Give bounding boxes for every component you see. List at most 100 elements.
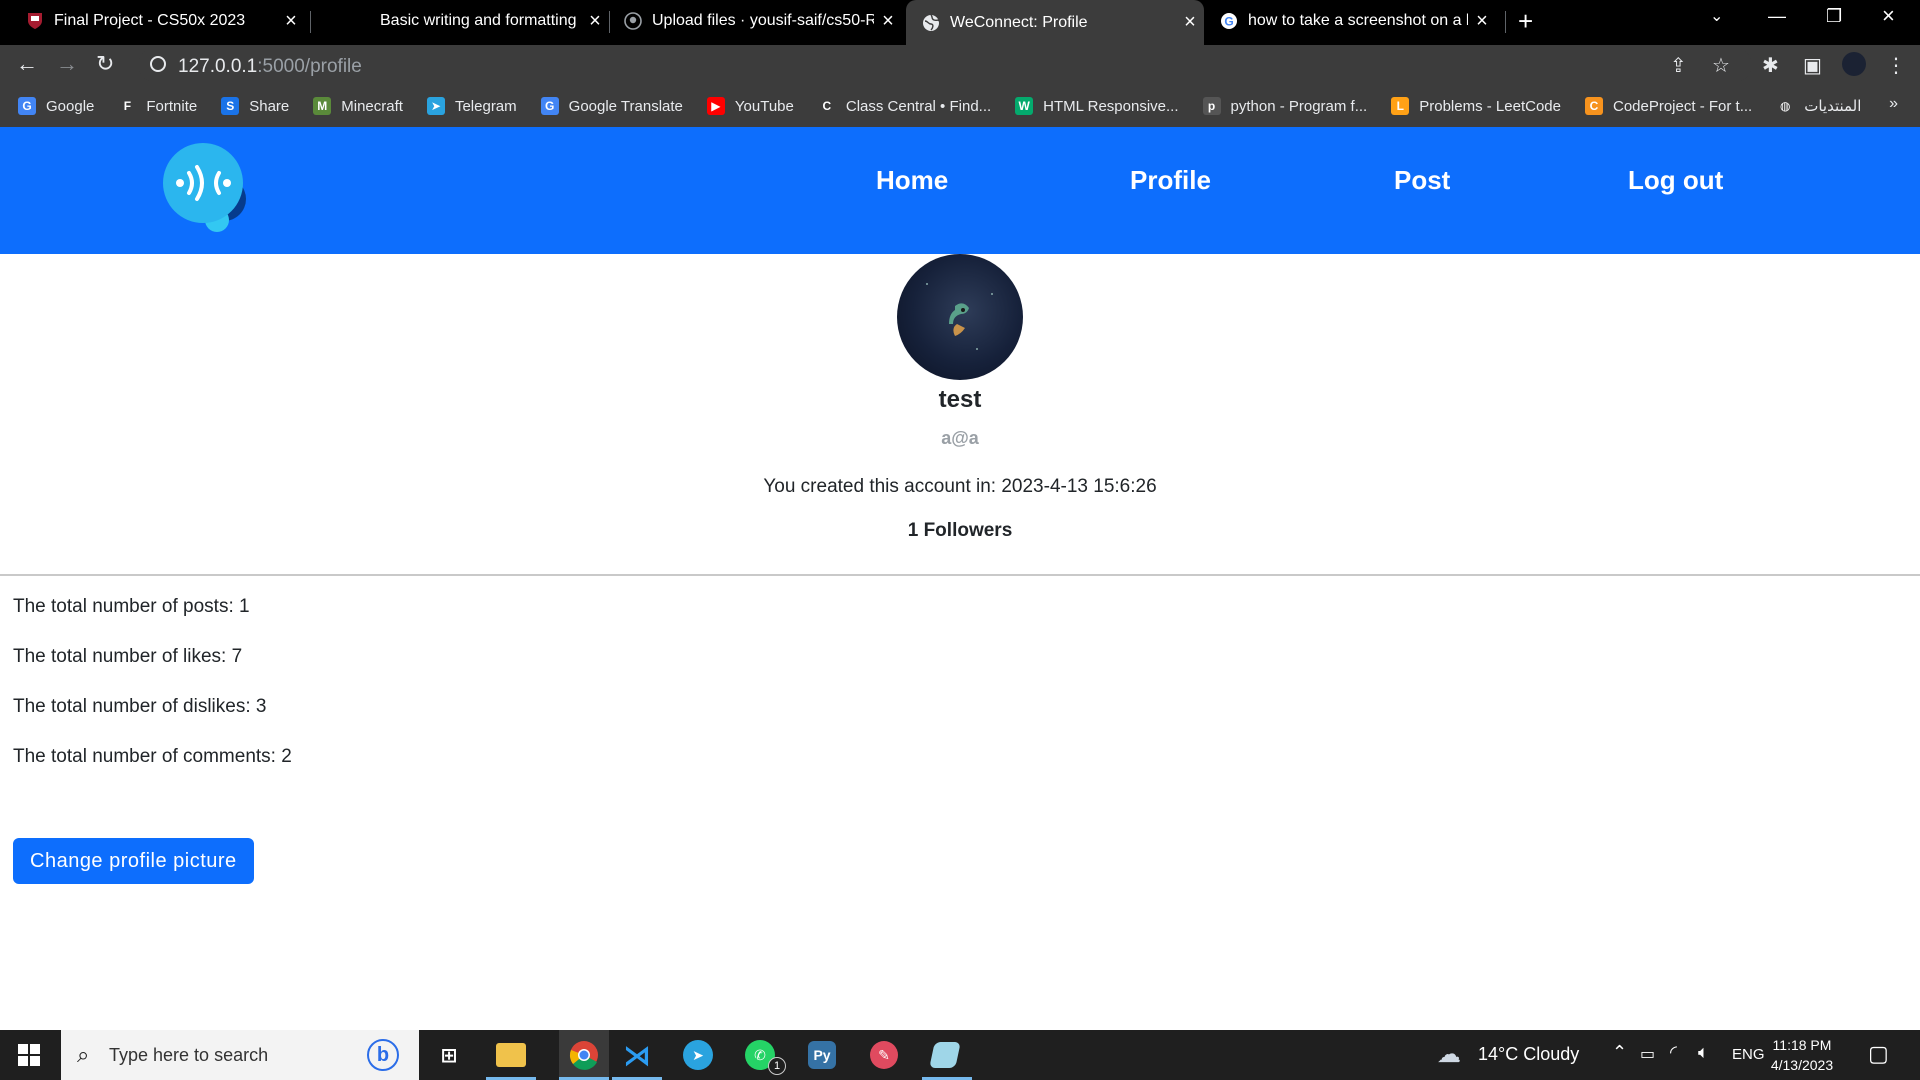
- python-idle-icon[interactable]: Py: [808, 1041, 836, 1069]
- close-icon[interactable]: ×: [581, 10, 609, 33]
- search-icon: ⌕: [77, 1042, 90, 1067]
- close-icon[interactable]: ×: [874, 10, 902, 33]
- weather-cloud-icon[interactable]: ☁: [1437, 1040, 1461, 1069]
- bookmark-label: المنتديات: [1804, 98, 1862, 115]
- share-icon[interactable]: ⇪: [1670, 53, 1687, 78]
- close-icon[interactable]: ×: [1176, 11, 1204, 34]
- stat-comments: The total number of comments: 2: [13, 746, 292, 767]
- reload-icon[interactable]: ↻: [96, 51, 114, 77]
- wifi-icon[interactable]: ◜: [1670, 1042, 1677, 1063]
- site-info-icon[interactable]: [150, 56, 166, 72]
- bookmark-item[interactable]: G Google Translate: [540, 97, 683, 115]
- bookmark-item[interactable]: ▶ YouTube: [706, 97, 794, 115]
- side-panel-icon[interactable]: ▣: [1803, 53, 1822, 78]
- nav-logout-link[interactable]: Log out: [1628, 165, 1723, 196]
- bookmark-item[interactable]: C CodeProject - For t...: [1584, 97, 1753, 115]
- nav-profile-link[interactable]: Profile: [1130, 165, 1211, 196]
- task-view-icon[interactable]: ⊞: [432, 1038, 466, 1072]
- tab-basic-writing[interactable]: Basic writing and formatting synt ×: [312, 0, 609, 42]
- bookmarks-bar: G Google F Fortnite S Share M Minecraft ➤ Telegra…: [0, 85, 1920, 127]
- tab-title: Upload files · yousif-saif/cs50-RE: [652, 12, 874, 29]
- show-hidden-icons-chevron-icon[interactable]: ⌃: [1612, 1042, 1627, 1063]
- google-icon: G: [1220, 12, 1238, 30]
- chrome-icon[interactable]: [559, 1030, 609, 1080]
- system-clock[interactable]: 11:18 PM 4/13/2023: [1762, 1035, 1842, 1075]
- site-navbar: Home Profile Post Log out: [0, 127, 1920, 254]
- restore-button[interactable]: ❐: [1826, 6, 1842, 27]
- bookmark-item[interactable]: ➤ Telegram: [426, 97, 517, 115]
- bookmark-item[interactable]: W HTML Responsive...: [1015, 97, 1179, 115]
- tab-search-chevron-icon[interactable]: ⌄: [1710, 6, 1723, 26]
- youtube-icon: ▶: [706, 97, 725, 115]
- bookmark-label: python - Program f...: [1230, 97, 1368, 115]
- telegram-icon: ➤: [426, 97, 445, 115]
- bookmark-label: Problems - LeetCode: [1419, 97, 1561, 115]
- bookmark-label: Class Central • Find...: [845, 97, 992, 115]
- bookmark-item[interactable]: M Minecraft: [313, 97, 403, 115]
- more-bookmarks-chevron-icon[interactable]: »: [1889, 95, 1898, 113]
- volume-icon[interactable]: 🔈︎: [1698, 1042, 1709, 1063]
- minimize-button[interactable]: —: [1768, 6, 1786, 27]
- svg-text:G: G: [1224, 15, 1233, 29]
- bing-icon[interactable]: b: [367, 1039, 399, 1071]
- tab-upload-files[interactable]: Upload files · yousif-saif/cs50-RE ×: [610, 0, 902, 42]
- harvard-shield-icon: [26, 12, 44, 30]
- bookmark-item[interactable]: ◍ المنتديات: [1776, 97, 1861, 115]
- nav-home-link[interactable]: Home: [876, 165, 948, 196]
- github-icon: [624, 12, 642, 30]
- translate-icon: G: [540, 97, 559, 115]
- tab-weconnect-profile[interactable]: WeConnect: Profile ×: [906, 0, 1204, 45]
- close-icon[interactable]: ×: [277, 10, 305, 33]
- profile-avatar-icon[interactable]: [1842, 52, 1866, 76]
- notes-app-icon[interactable]: [929, 1042, 961, 1068]
- profile-username: test: [938, 386, 982, 413]
- tab-screenshot-search[interactable]: G how to take a screenshot on a la ×: [1206, 0, 1496, 42]
- bookmark-label: Fortnite: [146, 97, 198, 115]
- taskbar-search-box[interactable]: ⌕ Type here to search b: [61, 1030, 419, 1080]
- clock-date: 4/13/2023: [1770, 1057, 1834, 1073]
- share-icon: S: [221, 97, 240, 115]
- forward-arrow-icon[interactable]: →: [56, 51, 78, 77]
- file-explorer-icon[interactable]: [496, 1043, 526, 1067]
- url-host: 127.0.0.1: [178, 56, 258, 77]
- bookmark-label: CodeProject - For t...: [1612, 97, 1753, 115]
- notification-center-icon[interactable]: ▢: [1868, 1041, 1889, 1067]
- minecraft-icon: M: [313, 97, 332, 115]
- github-icon: [352, 12, 370, 30]
- bookmark-item[interactable]: G Google: [18, 97, 94, 115]
- change-profile-picture-button[interactable]: Change profile picture: [13, 838, 254, 884]
- bookmark-item[interactable]: F Fortnite: [118, 97, 197, 115]
- vscode-icon[interactable]: ⋊: [620, 1038, 654, 1072]
- url-text[interactable]: 127.0.0.1:5000/profile: [178, 56, 362, 78]
- stat-dislikes: The total number of dislikes: 3: [13, 696, 267, 717]
- w3schools-icon: W: [1015, 97, 1034, 115]
- bookmark-item[interactable]: C Class Central • Find...: [817, 97, 992, 115]
- weconnect-logo-icon[interactable]: [161, 141, 261, 241]
- back-arrow-icon[interactable]: ←: [16, 51, 38, 77]
- new-tab-button[interactable]: +: [1518, 6, 1533, 37]
- nav-post-link[interactable]: Post: [1394, 165, 1450, 196]
- bookmark-item[interactable]: p python - Program f...: [1202, 97, 1368, 115]
- tab-title: WeConnect: Profile: [950, 13, 1088, 31]
- browser-toolbar: ← → ↻ 127.0.0.1:5000/profile ⇪ ☆ ✱ ▣ ⋮: [0, 45, 1920, 85]
- close-icon[interactable]: ×: [1468, 10, 1496, 33]
- fortnite-icon: F: [118, 97, 137, 115]
- windows-start-icon[interactable]: [18, 1044, 40, 1066]
- bookmark-label: Telegram: [454, 97, 517, 115]
- menu-kebab-icon[interactable]: ⋮: [1886, 53, 1906, 78]
- weather-text[interactable]: 14°C Cloudy: [1478, 1044, 1579, 1065]
- tab-final-project[interactable]: Final Project - CS50x 2023 ×: [0, 0, 305, 42]
- bookmark-item[interactable]: S Share: [221, 97, 289, 115]
- language-indicator[interactable]: ENG: [1732, 1046, 1765, 1063]
- leetcode-icon: L: [1391, 97, 1410, 115]
- bookmark-star-icon[interactable]: ☆: [1712, 53, 1730, 78]
- close-window-button[interactable]: ×: [1882, 3, 1895, 29]
- divider: [0, 574, 1920, 576]
- google-icon: G: [18, 97, 36, 115]
- extensions-icon[interactable]: ✱: [1762, 53, 1779, 78]
- paint-icon[interactable]: ✎: [870, 1041, 898, 1069]
- address-bar[interactable]: 127.0.0.1:5000/profile: [138, 48, 1752, 82]
- battery-icon[interactable]: ▭: [1640, 1044, 1655, 1064]
- telegram-icon[interactable]: ➤: [683, 1040, 713, 1070]
- bookmark-item[interactable]: L Problems - LeetCode: [1391, 97, 1561, 115]
